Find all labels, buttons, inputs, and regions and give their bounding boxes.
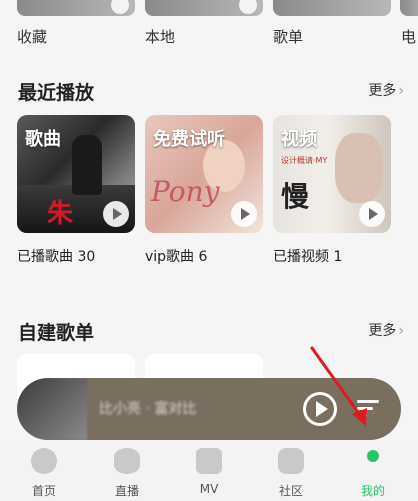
cover-face: [335, 133, 383, 203]
music-note-icon: [31, 448, 57, 474]
recent-songs-card[interactable]: 朱 歌曲: [17, 115, 135, 233]
recent-videos-label[interactable]: 已播视频 1: [273, 246, 342, 266]
own-playlists-title: 自建歌单: [18, 322, 95, 344]
play-icon[interactable]: [359, 201, 385, 227]
play-box-icon: [196, 448, 222, 474]
nav-label: 首页: [31, 484, 56, 498]
community-icon: [278, 448, 304, 474]
nav-label: MV: [199, 482, 219, 496]
play-button[interactable]: [303, 392, 337, 426]
cover-small-text: 设计概请·MY: [281, 156, 328, 165]
radio-tile[interactable]: [400, 0, 418, 16]
recent-title: 最近播放: [18, 82, 95, 104]
profile-icon: [367, 450, 379, 462]
top-shortcuts: 收藏 本地 歌单 电: [0, 0, 418, 55]
nav-label: 社区: [278, 484, 303, 498]
nav-community[interactable]: 社区: [256, 440, 326, 501]
playlist-tile[interactable]: [273, 0, 391, 16]
play-icon[interactable]: [103, 201, 129, 227]
own-playlists-more-link[interactable]: 更多 ›: [368, 320, 404, 340]
favorites-label[interactable]: 收藏: [17, 26, 47, 47]
more-label: 更多: [368, 83, 397, 99]
cover-art-text: 朱: [47, 199, 74, 229]
local-label[interactable]: 本地: [145, 26, 175, 47]
recent-videos-card[interactable]: 设计概请·MY 慢 视频: [273, 115, 391, 233]
nav-home[interactable]: 首页: [9, 440, 79, 501]
mini-player[interactable]: 比小亮 · 富对比: [17, 378, 401, 440]
bottom-nav: 首页 直播 MV 社区 我的: [0, 440, 418, 501]
play-icon[interactable]: [231, 201, 257, 227]
now-playing-title[interactable]: 比小亮 · 富对比: [99, 398, 196, 418]
eye-icon: [114, 448, 140, 474]
local-tile[interactable]: [145, 0, 263, 16]
nav-label: 直播: [114, 484, 139, 498]
chevron-right-icon: ›: [398, 323, 404, 339]
chevron-right-icon: ›: [398, 83, 404, 99]
cover-big-text: 慢: [281, 180, 310, 213]
now-playing-cover[interactable]: [17, 378, 87, 440]
play-icon: [111, 0, 129, 14]
nav-label: 我的: [360, 484, 385, 498]
vip-songs-label[interactable]: vip歌曲 6: [145, 246, 207, 266]
radio-label[interactable]: 电: [401, 26, 416, 47]
more-label: 更多: [368, 323, 397, 339]
playlist-queue-icon[interactable]: [357, 398, 383, 420]
play-icon: [239, 0, 257, 14]
nav-mine[interactable]: 我的: [338, 440, 408, 501]
cover-art-text: Pony: [151, 175, 220, 208]
favorites-tile[interactable]: [17, 0, 135, 16]
nav-mv[interactable]: MV: [174, 440, 244, 501]
playlist-label[interactable]: 歌单: [273, 26, 303, 47]
card-tag: 歌曲: [25, 129, 61, 150]
card-tag: 免费试听: [153, 129, 225, 150]
recent-more-link[interactable]: 更多 ›: [368, 80, 404, 100]
cover-figure: [72, 135, 102, 195]
card-tag: 视频: [281, 129, 317, 150]
nav-live[interactable]: 直播: [92, 440, 162, 501]
vip-songs-card[interactable]: Pony 免费试听: [145, 115, 263, 233]
recent-songs-label[interactable]: 已播歌曲 30: [17, 246, 95, 266]
